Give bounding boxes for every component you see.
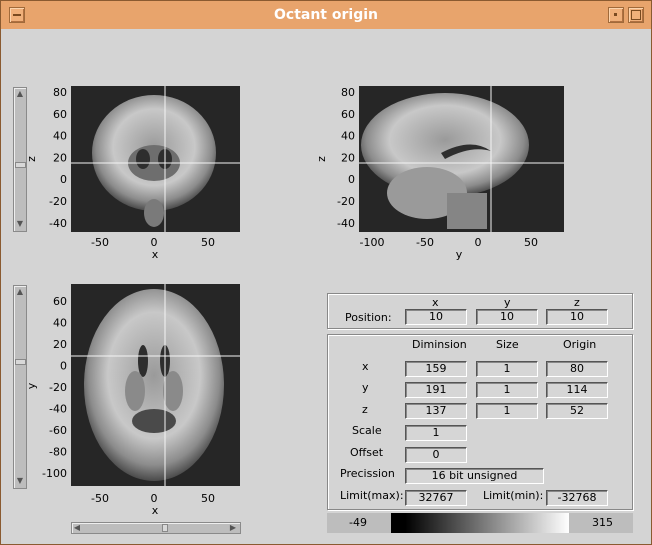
y-tick-label: -20 [49, 195, 67, 208]
x-tick-label: -50 [91, 492, 109, 505]
origin-x-field[interactable]: 80 [546, 361, 608, 377]
position-z-field[interactable]: 10 [546, 309, 608, 325]
y-tick-label: -60 [49, 424, 67, 437]
y-tick-label: 0 [348, 173, 355, 186]
y-axis-label: y [25, 382, 38, 389]
row-y-label: y [362, 381, 369, 394]
scroll-thumb[interactable] [15, 359, 26, 365]
y-tick-label: 0 [60, 173, 67, 186]
y-tick-label: 60 [341, 108, 355, 121]
colorbar: -49 315 [327, 513, 633, 533]
scroll-up-arrow-icon[interactable]: ▲ [15, 287, 25, 297]
row-z-label: z [362, 403, 368, 416]
scroll-down-arrow-icon[interactable]: ▼ [15, 219, 25, 229]
limit-max-field[interactable]: 32767 [405, 490, 467, 506]
dimension-y-field[interactable]: 191 [405, 382, 467, 398]
window-title: Octant origin [274, 7, 378, 23]
dimension-x-field[interactable]: 159 [405, 361, 467, 377]
limit-max-label: Limit(max): [340, 489, 404, 502]
x-tick-label: 0 [475, 236, 482, 249]
y-tick-label: 40 [53, 317, 67, 330]
sagittal-view[interactable]: 80 60 40 20 0 -20 -40 -100 -50 0 50 z y [315, 83, 571, 267]
x-axis-label: x [152, 248, 159, 261]
x-tick-label: 50 [201, 492, 215, 505]
offset-field[interactable]: 0 [405, 447, 467, 463]
offset-label: Offset [350, 446, 384, 459]
limit-min-label: Limit(min): [483, 489, 544, 502]
y-tick-label: -20 [49, 381, 67, 394]
maximize-button[interactable] [628, 7, 644, 23]
x-tick-label: -50 [416, 236, 434, 249]
y-tick-label: 40 [341, 130, 355, 143]
size-z-field[interactable]: 1 [476, 403, 538, 419]
coronal-view[interactable]: 80 60 40 20 0 -20 -40 -50 0 50 z x [25, 83, 251, 267]
maximize-icon [631, 10, 641, 20]
scroll-thumb[interactable] [15, 162, 26, 168]
axial-view[interactable]: 60 40 20 0 -20 -40 -60 -80 -100 -50 0 50 y x [25, 281, 251, 525]
y-tick-label: 80 [53, 86, 67, 99]
scale-field[interactable]: 1 [405, 425, 467, 441]
precision-field[interactable]: 16 bit unsigned [405, 468, 544, 484]
y-tick-label: 60 [53, 295, 67, 308]
minimize-button[interactable] [608, 7, 624, 23]
y-tick-label: 20 [53, 151, 67, 164]
scroll-thumb[interactable] [162, 524, 168, 532]
header-info-panel: Diminsion Size Origin x 159 1 80 y 191 1… [327, 334, 633, 510]
x-tick-label: -100 [360, 236, 385, 249]
scroll-up-arrow-icon[interactable]: ▲ [15, 89, 25, 99]
colorbar-gradient [391, 513, 569, 533]
position-header-z: z [574, 296, 580, 309]
title-bar[interactable]: Octant origin [1, 1, 651, 29]
row-x-label: x [362, 360, 369, 373]
y-axis-label: z [25, 156, 38, 162]
dimension-z-field[interactable]: 137 [405, 403, 467, 419]
position-panel: x y z Position: 10 10 10 [327, 293, 633, 329]
dimension-header: Diminsion [412, 338, 467, 351]
scale-label: Scale [352, 424, 382, 437]
x-tick-label: 50 [201, 236, 215, 249]
y-axis-label: z [315, 156, 328, 162]
precision-label: Precission [340, 467, 395, 480]
colorbar-min-label: -49 [349, 516, 367, 529]
y-tick-label: -100 [42, 467, 67, 480]
y-tick-label: 40 [53, 130, 67, 143]
origin-z-field[interactable]: 52 [546, 403, 608, 419]
position-header-x: x [432, 296, 439, 309]
origin-header: Origin [563, 338, 597, 351]
x-tick-label: -50 [91, 236, 109, 249]
position-x-field[interactable]: 10 [405, 309, 467, 325]
y-tick-label: 20 [53, 338, 67, 351]
y-tick-label: -40 [337, 217, 355, 230]
application-window: Octant origin ▲ ▼ ▲ ▼ ◀ ▶ 80 60 40 20 0 … [0, 0, 652, 545]
position-y-field[interactable]: 10 [476, 309, 538, 325]
origin-y-field[interactable]: 114 [546, 382, 608, 398]
limit-min-field[interactable]: -32768 [546, 490, 608, 506]
colorbar-max-label: 315 [592, 516, 613, 529]
size-header: Size [496, 338, 519, 351]
x-axis-label: x [152, 504, 159, 517]
y-tick-label: 60 [53, 108, 67, 121]
minimize-icon [614, 13, 617, 16]
y-tick-label: 80 [341, 86, 355, 99]
y-tick-label: -40 [49, 217, 67, 230]
position-header-y: y [504, 296, 511, 309]
y-tick-label: -80 [49, 446, 67, 459]
y-tick-label: -40 [49, 403, 67, 416]
x-axis-label: y [456, 248, 463, 261]
size-y-field[interactable]: 1 [476, 382, 538, 398]
x-tick-label: 50 [524, 236, 538, 249]
size-x-field[interactable]: 1 [476, 361, 538, 377]
brain-slice [84, 289, 224, 481]
y-tick-label: -20 [337, 195, 355, 208]
position-label: Position: [345, 311, 392, 324]
y-tick-label: 20 [341, 151, 355, 164]
y-tick-label: 0 [60, 360, 67, 373]
scroll-down-arrow-icon[interactable]: ▼ [15, 476, 25, 486]
